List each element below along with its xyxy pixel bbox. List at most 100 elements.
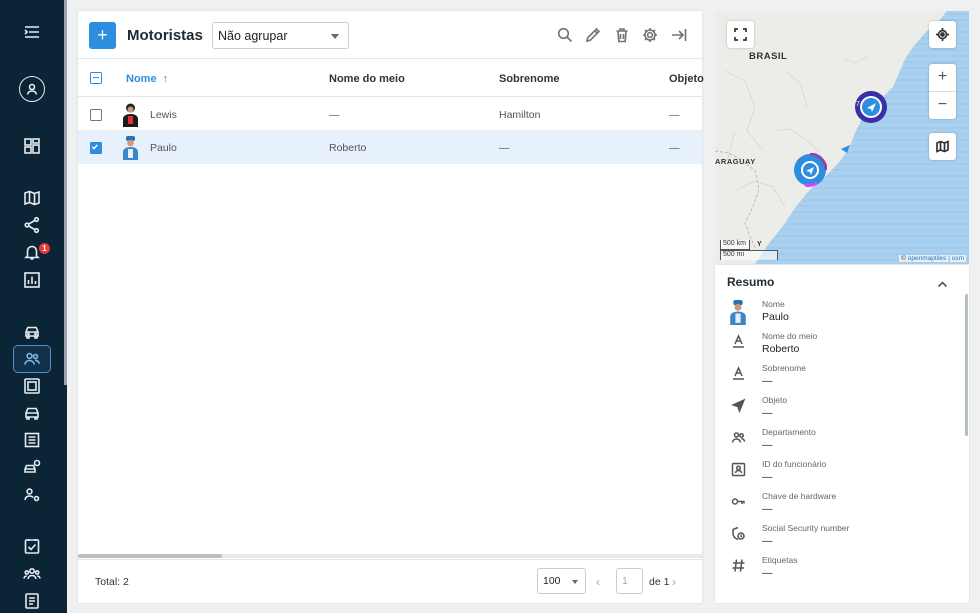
driver-avatar: [730, 300, 746, 325]
summary-field-sobrenome: Sobrenome —: [715, 363, 955, 395]
attribution-copyright: ©: [901, 255, 906, 262]
navigation-arrow-icon: [730, 398, 746, 414]
field-value: —: [762, 375, 773, 387]
column-header-objeto[interactable]: Objeto: [669, 73, 704, 85]
share-icon[interactable]: [13, 211, 51, 239]
map-scale: 500 km 500 mi: [720, 240, 778, 260]
zoom-in-button[interactable]: +: [929, 64, 956, 91]
zoom-out-button[interactable]: −: [929, 91, 956, 118]
table-row[interactable]: Lewis — Hamilton —: [78, 98, 702, 131]
cell-nome-do-meio: Roberto: [329, 142, 367, 154]
column-header-sobrenome[interactable]: Sobrenome: [499, 73, 560, 85]
total-count: Total: 2: [95, 576, 129, 588]
field-label: ID do funcionário: [762, 459, 827, 469]
field-value: —: [762, 567, 773, 579]
field-value: Paulo: [762, 311, 789, 323]
id-card-icon: [731, 462, 746, 477]
summary-field-social-security: Social Security number —: [715, 523, 955, 555]
summary-field-chave-hardware: Chave de hardware —: [715, 491, 955, 523]
text-a-icon: [731, 366, 746, 381]
text-a-icon: [731, 334, 746, 349]
field-label: Sobrenome: [762, 363, 806, 373]
column-label: Nome: [126, 73, 157, 85]
page-number-input[interactable]: 1: [616, 568, 643, 594]
rail-scrollbar[interactable]: [64, 0, 67, 385]
table-row[interactable]: Paulo Roberto — —: [78, 131, 702, 164]
map-attribution[interactable]: © openmaptiles | osm: [899, 255, 966, 262]
map-icon[interactable]: [13, 184, 51, 212]
column-header-nome-do-meio[interactable]: Nome do meio: [329, 73, 405, 85]
horizontal-scrollbar-thumb[interactable]: [78, 554, 222, 558]
field-label: Departamento: [762, 427, 816, 437]
map-layers-button[interactable]: [929, 133, 956, 160]
logs-document-icon[interactable]: [13, 587, 51, 613]
field-label: Objeto: [762, 395, 788, 405]
cell-sobrenome: —: [499, 142, 510, 154]
next-page-chevron-icon[interactable]: ›: [672, 575, 676, 589]
groups-people-icon[interactable]: [13, 560, 51, 588]
people-icon: [731, 430, 746, 445]
map-label-brasil: BRASIL: [749, 51, 788, 62]
tasks-checkbox-icon[interactable]: [13, 532, 51, 560]
field-label: Nome do meio: [762, 331, 818, 341]
row-checkbox[interactable]: [90, 142, 102, 154]
previous-page-chevron-icon[interactable]: ‹: [596, 575, 600, 589]
scale-km: 500 km: [720, 240, 750, 250]
page-title: Motoristas: [127, 27, 203, 44]
cell-objeto: —: [669, 109, 680, 121]
driver-settings-icon[interactable]: [13, 481, 51, 509]
drivers-panel: + Motoristas Não agrupar Nome ↑ Nome do …: [78, 11, 704, 603]
map-layers-icon: [936, 140, 949, 153]
row-checkbox[interactable]: [90, 109, 102, 121]
collapse-panel-icon[interactable]: [670, 26, 688, 44]
cell-objeto: —: [669, 142, 680, 154]
select-all-checkbox[interactable]: [90, 72, 102, 84]
shield-icon: [731, 526, 746, 541]
field-value: Roberto: [762, 343, 800, 355]
cell-nome-do-meio: —: [329, 109, 340, 121]
zoom-control: + −: [929, 64, 956, 119]
delete-trash-icon[interactable]: [613, 26, 631, 44]
map-view[interactable]: BRASIL ARAGUAY Y 7 + − 500 km 500 mi © o…: [715, 11, 969, 264]
summary-panel: Resumo Nome Paulo Nome do meio Roberto S…: [715, 265, 969, 603]
cell-nome: Lewis: [150, 109, 177, 121]
summary-scrollbar[interactable]: [965, 294, 968, 436]
crosshair-location-icon: [936, 28, 949, 41]
chevron-down-icon: [331, 34, 339, 39]
search-icon[interactable]: [556, 26, 574, 44]
column-header-nome[interactable]: Nome ↑: [126, 73, 168, 85]
page-size-select[interactable]: 100: [537, 568, 586, 594]
documents-list-icon[interactable]: [13, 426, 51, 454]
locate-me-button[interactable]: [929, 21, 956, 48]
summary-field-objeto: Objeto —: [715, 395, 955, 427]
user-account-icon[interactable]: [19, 76, 45, 102]
attribution-links[interactable]: openmaptiles | osm: [908, 255, 964, 262]
trips-car-icon[interactable]: [13, 399, 51, 427]
summary-field-id-funcionario: ID do funcionário —: [715, 459, 955, 491]
geozones-frame-icon[interactable]: [13, 372, 51, 400]
vehicle-alerts-icon[interactable]: [13, 453, 51, 481]
group-by-select[interactable]: Não agrupar: [212, 22, 349, 49]
menu-toggle-icon[interactable]: [13, 18, 51, 46]
drivers-people-icon[interactable]: [13, 345, 51, 373]
add-driver-button[interactable]: +: [89, 22, 116, 49]
field-value: —: [762, 439, 773, 451]
vehicles-car-icon[interactable]: [13, 318, 51, 346]
sort-ascending-arrow-icon: ↑: [159, 73, 169, 85]
driver-avatar: [123, 103, 138, 127]
summary-title: Resumo: [727, 275, 775, 289]
settings-gear-icon[interactable]: [641, 26, 659, 44]
driver-avatar: [123, 136, 138, 160]
fullscreen-button[interactable]: [727, 21, 754, 48]
vehicle-cluster-marker[interactable]: [793, 153, 827, 187]
hash-icon: [731, 558, 746, 573]
dashboard-icon[interactable]: [13, 132, 51, 160]
reports-chart-icon[interactable]: [13, 266, 51, 294]
field-label: Chave de hardware: [762, 491, 837, 501]
field-value: —: [762, 535, 773, 547]
edit-pencil-icon[interactable]: [584, 26, 602, 44]
summary-field-nome: Nome Paulo: [715, 299, 955, 331]
cluster-count: 7: [856, 101, 860, 108]
chevron-up-icon[interactable]: [937, 277, 948, 288]
notification-badge: 1: [39, 243, 50, 254]
